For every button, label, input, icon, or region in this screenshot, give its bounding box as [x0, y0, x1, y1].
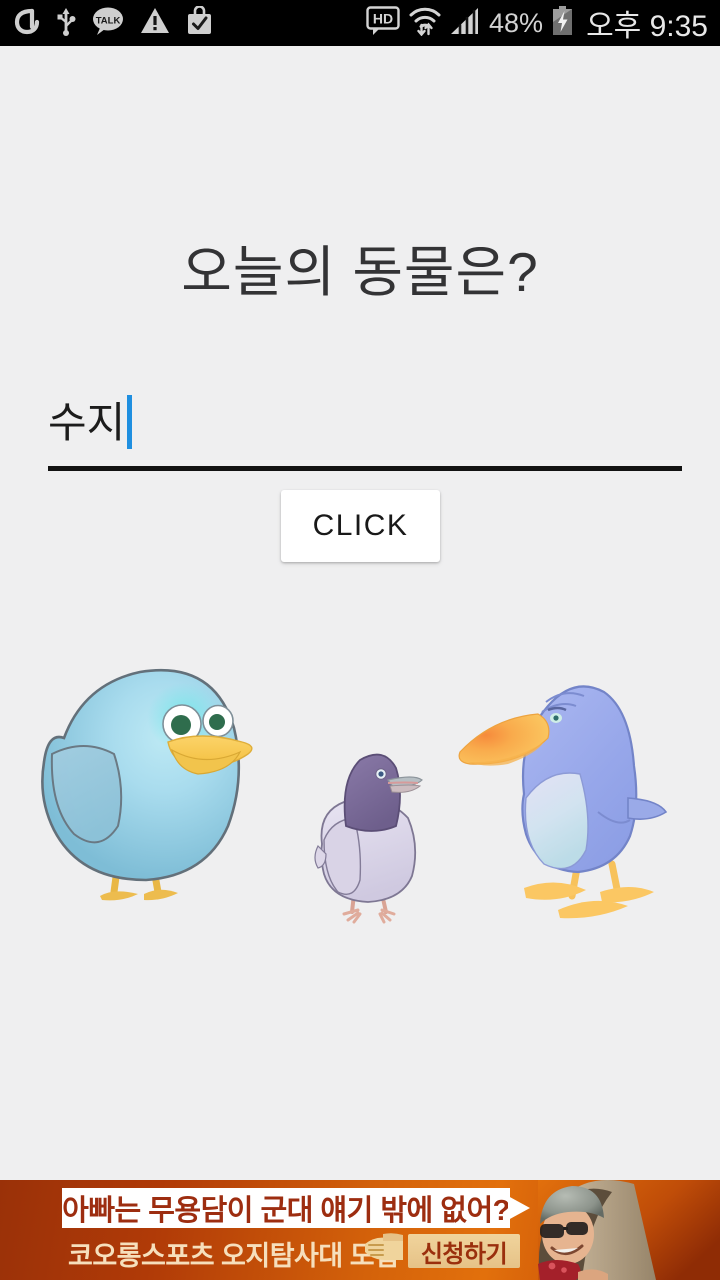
svg-text:HD: HD [373, 10, 393, 26]
ad-cta-button[interactable]: 신청하기 [408, 1234, 520, 1268]
input-value-text: 수지 [48, 399, 126, 446]
usb-icon [56, 6, 76, 41]
ad-bubble-tail [508, 1196, 530, 1220]
bag-check-icon [186, 4, 213, 41]
status-bar-right-icons: HD 48% 오후 9:35 [366, 1, 708, 45]
ad-photo-image [538, 1180, 720, 1280]
blue-duck-image [458, 685, 668, 919]
kakaotalk-icon: TALK [92, 6, 124, 41]
ad-subline-text: 코오롱스포츠 오지탐사대 모집 [68, 1241, 399, 1271]
input-underline [48, 466, 682, 471]
hd-call-icon: HD [366, 5, 400, 41]
wifi-updown-icon [409, 6, 441, 41]
warning-icon [140, 7, 170, 39]
sigma-icon [14, 7, 40, 40]
pigeon-image [314, 753, 423, 924]
battery-percent-label: 48% [489, 7, 544, 38]
battery-charging-icon [552, 6, 573, 40]
animal-name-input[interactable]: 수지 [48, 379, 682, 471]
status-bar-clock: 오후 9:35 [586, 10, 708, 43]
ad-banner[interactable]: 아빠는 무용담이 군대 얘기 밖에 없어? 코오롱스포츠 오지탐사대 모집 신청… [0, 1180, 720, 1280]
status-bar[interactable]: TALK HD 48% 오후 9:35 [0, 0, 720, 46]
bird-image-row [0, 636, 720, 956]
ad-headline-text: 아빠는 무용담이 군대 얘기 밖에 없어? [62, 1195, 510, 1227]
signal-bars-icon [450, 7, 480, 40]
pointing-hand-icon [363, 1232, 405, 1271]
page-title: 오늘의 동물은? [181, 241, 539, 303]
text-caret [127, 395, 132, 449]
blue-chick-image [41, 668, 253, 901]
app-content: 오늘의 동물은? 수지 CLICK [0, 46, 720, 1180]
status-bar-left-icons: TALK [14, 4, 213, 41]
ad-headline-bubble: 아빠는 무용담이 군대 얘기 밖에 없어? [62, 1188, 510, 1228]
click-button[interactable]: CLICK [281, 490, 440, 562]
svg-text:TALK: TALK [96, 15, 121, 26]
